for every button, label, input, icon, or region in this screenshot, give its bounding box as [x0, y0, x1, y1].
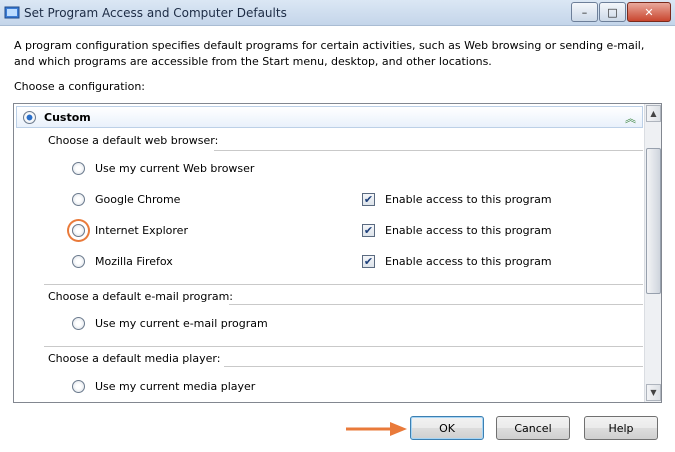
checkbox-label: Enable access to this program [385, 193, 552, 206]
email-option-current[interactable]: Use my current e-mail program [72, 317, 268, 330]
radio-button[interactable] [72, 255, 85, 268]
title-bar: Set Program Access and Computer Defaults… [0, 0, 675, 26]
option-label: Google Chrome [95, 193, 181, 206]
checkbox-label: Enable access to this program [385, 224, 552, 237]
browser-option-firefox[interactable]: Mozilla Firefox [72, 255, 173, 268]
enable-access-checkbox[interactable]: ✔ [362, 255, 375, 268]
browser-option-ie[interactable]: Internet Explorer [72, 224, 188, 237]
enable-access-checkbox[interactable]: ✔ [362, 193, 375, 206]
scroll-down-icon[interactable]: ▼ [646, 384, 661, 401]
media-option-current[interactable]: Use my current media player [72, 380, 255, 393]
ie-access-checkbox-row[interactable]: ✔ Enable access to this program [362, 224, 552, 237]
window-icon [4, 6, 20, 18]
pointer-arrow-icon [346, 422, 407, 436]
chrome-access-checkbox-row[interactable]: ✔ Enable access to this program [362, 193, 552, 206]
option-label: Use my current media player [95, 380, 256, 393]
radio-button[interactable] [72, 193, 85, 206]
ok-button[interactable]: OK [410, 416, 484, 440]
radio-button[interactable] [72, 317, 85, 330]
maximize-button[interactable]: □ [599, 2, 626, 22]
divider [224, 366, 643, 367]
option-label: Use my current Web browser [95, 162, 255, 175]
scroll-thumb[interactable] [646, 148, 661, 294]
window-title: Set Program Access and Computer Defaults [24, 5, 287, 20]
firefox-access-checkbox-row[interactable]: ✔ Enable access to this program [362, 255, 552, 268]
browser-option-chrome[interactable]: Google Chrome [72, 193, 180, 206]
scroll-up-icon[interactable]: ▲ [646, 105, 661, 122]
vertical-scrollbar[interactable]: ▲ ▼ [644, 104, 661, 402]
checkbox-label: Enable access to this program [385, 255, 552, 268]
minimize-button[interactable]: – [571, 2, 598, 22]
radio-button[interactable] [72, 224, 85, 237]
divider [229, 304, 643, 305]
divider [44, 346, 643, 347]
close-button[interactable]: ✕ [627, 2, 671, 22]
cancel-button[interactable]: Cancel [496, 416, 570, 440]
divider [44, 284, 643, 285]
group-title-browser: Choose a default web browser: [48, 134, 219, 147]
radio-button[interactable] [72, 380, 85, 393]
option-label: Mozilla Firefox [95, 255, 173, 268]
option-label: Use my current e-mail program [95, 317, 268, 330]
custom-radio[interactable] [23, 110, 36, 124]
group-title-media: Choose a default media player: [48, 352, 221, 365]
option-label: Internet Explorer [95, 224, 188, 237]
description-text: A program configuration specifies defaul… [14, 39, 645, 68]
collapse-icon[interactable]: ︽ [625, 110, 636, 126]
configuration-listbox[interactable]: Custom ︽ Choose a default web browser: U… [13, 103, 662, 403]
radio-button[interactable] [72, 162, 85, 175]
choose-configuration-label: Choose a configuration: [14, 80, 146, 93]
configuration-header-custom[interactable]: Custom ︽ [16, 106, 643, 128]
dialog-window: Set Program Access and Computer Defaults… [0, 0, 675, 452]
divider [214, 150, 643, 151]
group-title-email: Choose a default e-mail program: [48, 290, 234, 303]
help-button[interactable]: Help [584, 416, 658, 440]
custom-label: Custom [44, 110, 91, 124]
enable-access-checkbox[interactable]: ✔ [362, 224, 375, 237]
browser-option-current[interactable]: Use my current Web browser [72, 162, 254, 175]
